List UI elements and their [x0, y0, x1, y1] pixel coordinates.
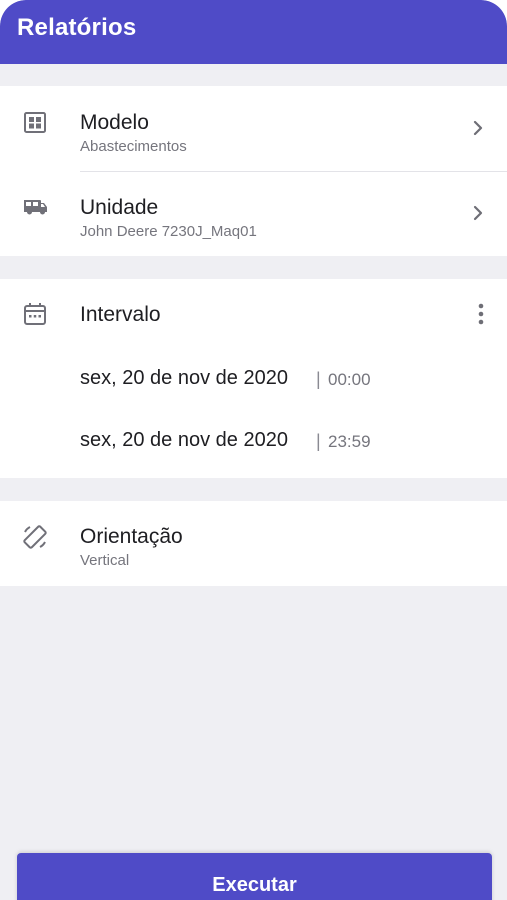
interval-start-row[interactable]: sex, 20 de nov de 2020 | 00:00 — [0, 355, 507, 407]
time-separator: | — [316, 369, 321, 389]
page-title: Relatórios — [17, 14, 137, 41]
interval-end-row[interactable]: sex, 20 de nov de 2020 | 23:59 — [0, 417, 507, 469]
screen-rotation-icon — [21, 523, 49, 551]
unit-value: John Deere 7230J_Maq01 — [80, 223, 257, 240]
orientation-title: Orientação — [80, 525, 183, 548]
report-template-icon — [22, 110, 48, 136]
end-time[interactable]: 23:59 — [328, 432, 371, 452]
unit-row[interactable]: Unidade John Deere 7230J_Maq01 — [0, 172, 507, 256]
unit-title: Unidade — [80, 196, 159, 219]
start-date[interactable]: sex, 20 de nov de 2020 — [80, 367, 288, 390]
orientation-value: Vertical — [80, 552, 130, 569]
chevron-right-icon — [469, 204, 487, 222]
model-title: Modelo — [80, 111, 149, 134]
report-settings-card: Modelo Abastecimentos Unidade John Deere… — [0, 86, 507, 256]
execute-button[interactable]: Executar — [17, 853, 492, 900]
chevron-right-icon — [469, 119, 487, 137]
model-value: Abastecimentos — [80, 138, 187, 155]
interval-title: Intervalo — [80, 303, 161, 326]
vehicle-icon — [22, 194, 48, 220]
more-vertical-icon[interactable] — [477, 302, 485, 326]
time-separator: | — [316, 431, 321, 451]
execute-label: Executar — [212, 874, 297, 896]
reports-screen: Relatórios Modelo Abastecimentos Unidade… — [0, 0, 507, 900]
orientation-card: Orientação Vertical — [0, 501, 507, 586]
end-date[interactable]: sex, 20 de nov de 2020 — [80, 429, 288, 452]
start-time[interactable]: 00:00 — [328, 370, 371, 390]
interval-card: Intervalo sex, 20 de nov de 2020 | 00:00… — [0, 279, 507, 478]
app-bar: Relatórios — [0, 0, 507, 64]
orientation-row[interactable]: Orientação Vertical — [0, 501, 507, 586]
calendar-icon — [22, 301, 48, 327]
model-row[interactable]: Modelo Abastecimentos — [0, 86, 507, 171]
